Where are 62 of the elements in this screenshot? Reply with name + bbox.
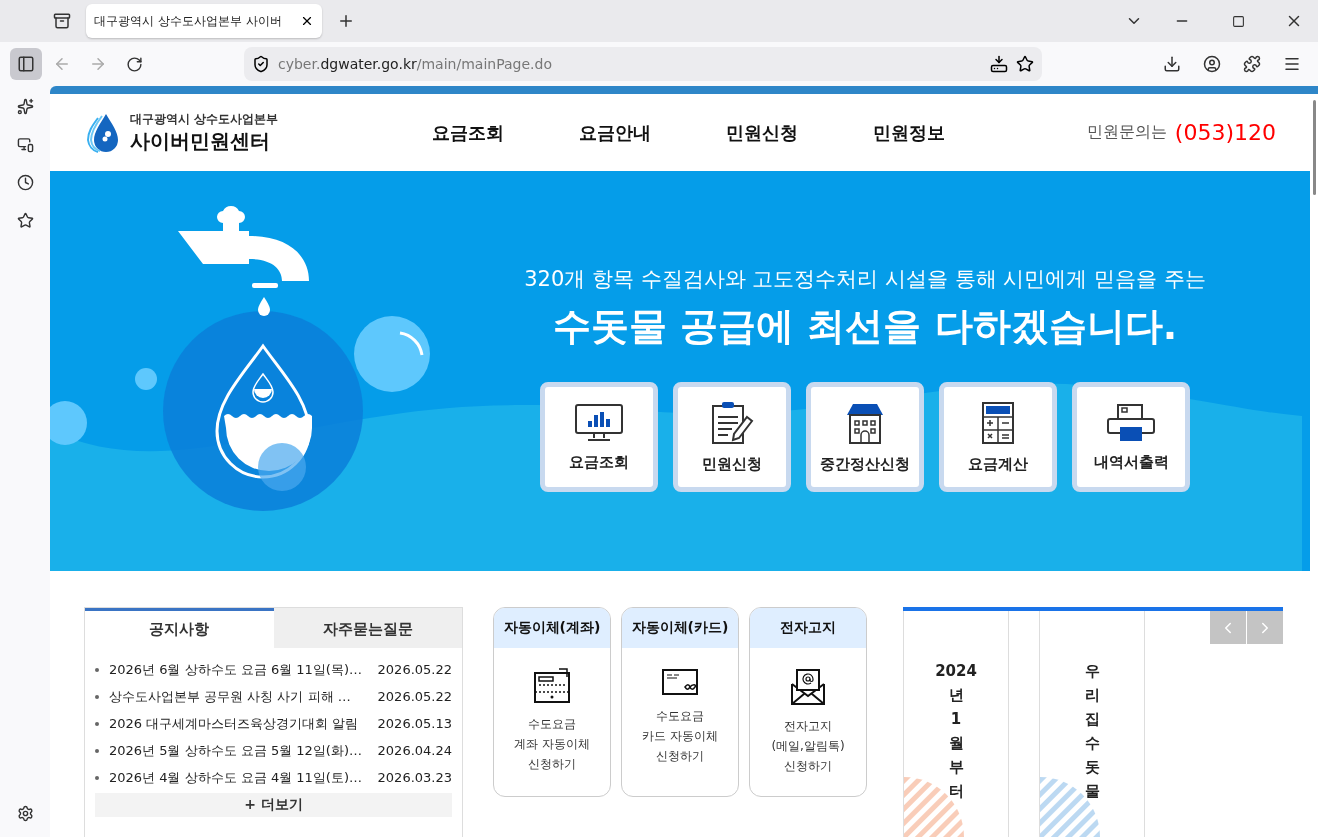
service-description: 수도요금 카드 자동이체 신청하기 xyxy=(642,708,718,765)
notice-date: 2026.03.23 xyxy=(377,770,452,785)
service-description: 수도요금 계좌 자동이체 신청하기 xyxy=(514,716,590,773)
bookmark-star-icon[interactable] xyxy=(1016,55,1034,73)
service-card-title: 전자고지 xyxy=(750,608,866,648)
organization-name: 대구광역시 상수도사업본부 xyxy=(130,110,279,128)
close-icon[interactable] xyxy=(300,14,314,28)
address-bar[interactable]: cyber.dgwater.go.kr/main/mainPage.do xyxy=(244,47,1042,81)
service-card[interactable]: 자동이체(카드) 수도요금 카드 자동이체 신청하기 xyxy=(621,607,739,797)
browser-tab[interactable]: 대구광역시 상수도사업본부 사이버 xyxy=(86,4,322,38)
nav-link[interactable]: 민원신청 xyxy=(718,120,805,145)
url-text: cyber.dgwater.go.kr/main/mainPage.do xyxy=(278,56,553,72)
chart-monitor-icon xyxy=(574,402,624,443)
notice-date: 2026.05.22 xyxy=(377,662,452,677)
more-button[interactable]: + 더보기 xyxy=(95,793,452,817)
service-card[interactable]: 전자고지 전자고지 (메일,알림톡) 신청하기 xyxy=(749,607,867,797)
bullet-icon xyxy=(95,721,99,726)
bullet-icon xyxy=(95,667,99,672)
bullet-icon xyxy=(95,748,99,753)
calculator-icon xyxy=(981,400,1015,445)
notice-title[interactable]: 2026년 4월 상하수도 요금 4월 11일(토)… xyxy=(109,768,372,787)
quick-menu-button[interactable]: 내역서출력 xyxy=(1072,382,1190,492)
banner-text: 2024년1월부터 xyxy=(935,661,977,802)
banner-text: 우리집수돗물 xyxy=(1084,661,1100,802)
install-icon[interactable] xyxy=(990,55,1008,73)
service-card-title: 자동이체(카드) xyxy=(622,608,738,648)
tab-title: 대구광역시 상수도사업본부 사이버 xyxy=(94,12,283,30)
clipboard-pencil-icon xyxy=(709,400,755,445)
quick-menu-button[interactable]: 중간정산신청 xyxy=(806,382,924,492)
hero-title: 수돗물 공급에 최선을 다하겠습니다. xyxy=(552,303,1178,350)
email-envelope-icon xyxy=(790,668,826,706)
payment-terminal-icon xyxy=(533,668,571,704)
service-description: 전자고지 (메일,알림톡) 신청하기 xyxy=(771,718,845,775)
contact-label: 민원문의는 xyxy=(1086,122,1167,143)
banner-slide[interactable]: 우리집수돗물 xyxy=(1039,611,1145,837)
nav-link[interactable]: 민원정보 xyxy=(865,120,952,145)
notice-date: 2026.05.13 xyxy=(377,716,452,731)
quick-menu-button[interactable]: 요금계산 xyxy=(939,382,1057,492)
banner-slide[interactable]: 2024년1월부터 xyxy=(903,611,1009,837)
service-card[interactable]: 자동이체(계좌) 수도요금 계좌 자동이체 신청하기 xyxy=(493,607,611,797)
notice-date: 2026.04.24 xyxy=(377,743,452,758)
credit-card-icon xyxy=(661,668,699,696)
bullet-icon xyxy=(95,775,99,780)
hero-subtitle: 320개 항목 수질검사와 고도정수처리 시설을 통해 시민에게 믿음을 주는 xyxy=(524,266,1206,293)
notice-title[interactable]: 2026년 5월 상하수도 요금 5월 12일(화)… xyxy=(109,741,372,760)
sidebar-toggle-icon[interactable] xyxy=(10,48,42,80)
shield-icon xyxy=(252,55,270,73)
site-title[interactable]: 사이버민원센터 xyxy=(130,127,279,155)
notice-title[interactable]: 2026년 6월 상하수도 요금 6월 11일(목)… xyxy=(109,660,372,679)
scrollbar-thumb[interactable] xyxy=(1313,100,1316,195)
phone-number: (053)120 xyxy=(1174,120,1276,145)
notice-title[interactable]: 상수도사업본부 공무원 사칭 사기 피해 … xyxy=(109,687,372,706)
service-card-title: 자동이체(계좌) xyxy=(494,608,610,648)
quick-menu-button[interactable]: 요금조회 xyxy=(540,382,658,492)
nav-link[interactable]: 요금조회 xyxy=(424,120,511,145)
notice-title[interactable]: 2026 대구세계마스터즈육상경기대회 알림 xyxy=(109,714,372,733)
quick-menu-button[interactable]: 민원신청 xyxy=(673,382,791,492)
bullet-icon xyxy=(95,694,99,699)
nav-link[interactable]: 요금안내 xyxy=(571,120,658,145)
printer-icon xyxy=(1106,402,1156,443)
notice-tab[interactable]: 자주묻는질문 xyxy=(273,608,462,648)
notice-date: 2026.05.22 xyxy=(377,689,452,704)
